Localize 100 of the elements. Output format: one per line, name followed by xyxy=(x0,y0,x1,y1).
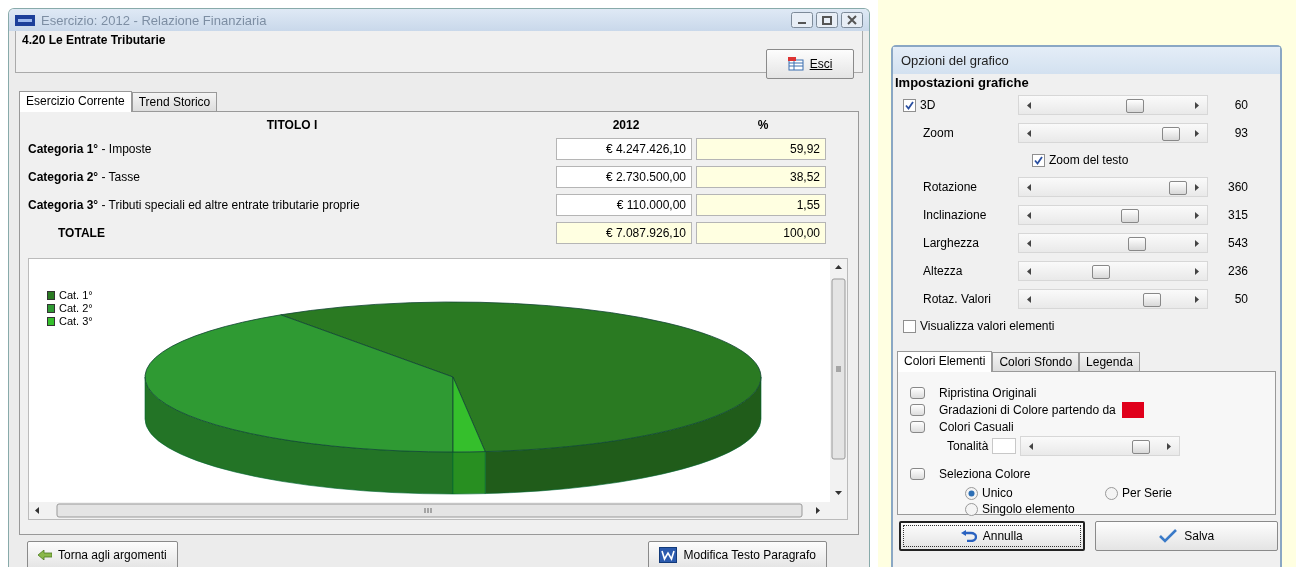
left-arrow-icon xyxy=(1027,240,1031,247)
right-arrow-icon xyxy=(1195,268,1199,275)
table-icon xyxy=(787,57,804,71)
option-button[interactable] xyxy=(910,386,925,399)
amount-field: € 110.000,00 xyxy=(556,194,692,216)
category-label: Categoria 3° - Tributi speciali ed altre entrate tributarie proprie xyxy=(28,198,361,212)
right-arrow-icon xyxy=(1195,130,1199,137)
left-arrow-icon xyxy=(1027,212,1031,219)
vertical-scrollbar[interactable] xyxy=(830,259,847,502)
checkbox[interactable] xyxy=(903,319,916,333)
cancel-button[interactable]: Annulla xyxy=(899,521,1085,551)
tab[interactable]: Esercizio Corrente xyxy=(19,91,132,112)
save-button[interactable]: Salva xyxy=(1094,521,1278,551)
option-button[interactable] xyxy=(910,420,925,433)
total-percent-field: 100,00 xyxy=(696,222,826,244)
horizontal-scrollbar[interactable] xyxy=(29,502,830,519)
radio-label: Singolo elemento xyxy=(982,502,1075,516)
slider[interactable] xyxy=(1018,205,1208,225)
left-arrow-icon xyxy=(1029,443,1034,450)
slider[interactable] xyxy=(1018,123,1208,143)
option-button[interactable] xyxy=(910,403,925,416)
left-arrow-icon xyxy=(1027,268,1031,275)
right-arrow-icon xyxy=(1167,443,1172,450)
minimize-button[interactable] xyxy=(791,12,813,28)
slider[interactable] xyxy=(1018,261,1208,281)
percent-field: 1,55 xyxy=(696,194,826,216)
category-label: Categoria 2° - Tasse xyxy=(28,170,141,184)
slider-thumb[interactable] xyxy=(1092,265,1111,279)
percent-field: 59,92 xyxy=(696,138,826,160)
column-header: TITOLO I xyxy=(265,118,319,132)
radio-button[interactable] xyxy=(965,486,978,500)
left-arrow-icon xyxy=(1027,184,1031,191)
tab[interactable]: Legenda xyxy=(1079,352,1140,371)
legend-label: Cat. 2° xyxy=(59,302,93,314)
radio-label: Unico xyxy=(982,486,1013,500)
slider-thumb[interactable] xyxy=(1127,237,1146,251)
slider-value: 360 xyxy=(1226,180,1248,194)
slider[interactable] xyxy=(1018,289,1208,309)
slider-value: 50 xyxy=(1233,292,1248,306)
section-heading: Impostazioni grafiche xyxy=(894,74,1030,91)
check-icon xyxy=(1034,155,1043,165)
column-header: 2012 xyxy=(611,118,641,132)
slider-value: 93 xyxy=(1233,126,1248,140)
right-arrow-icon xyxy=(1195,102,1199,109)
slider-thumb[interactable] xyxy=(1121,209,1139,223)
tab[interactable]: Trend Storico xyxy=(131,92,218,111)
slider-value: 315 xyxy=(1226,208,1248,222)
slider-thumb[interactable] xyxy=(1161,127,1180,141)
legend-label: Cat. 1° xyxy=(59,289,93,301)
slider-label: Rotazione xyxy=(923,180,978,194)
maximize-button[interactable] xyxy=(816,12,838,28)
tab[interactable]: Colori Sfondo xyxy=(992,352,1080,371)
hue-label: Tonalità xyxy=(947,439,989,453)
color-swatch xyxy=(992,438,1017,454)
undo-arrow-icon xyxy=(960,530,977,542)
slider-thumb[interactable] xyxy=(1131,440,1150,454)
checkbox-label: Zoom del testo xyxy=(1049,153,1129,167)
slider[interactable] xyxy=(1018,233,1208,253)
window-title: Esercizio: 2012 - Relazione Finanziaria xyxy=(41,12,268,28)
slider[interactable] xyxy=(1018,95,1208,115)
checkbox-label: Visualizza valori elementi xyxy=(920,319,1055,333)
app-icon xyxy=(15,14,35,26)
amount-field: € 2.730.500,00 xyxy=(556,166,692,188)
check-icon xyxy=(905,100,914,110)
column-header: % xyxy=(756,118,770,132)
slider-value: 236 xyxy=(1226,264,1248,278)
back-button[interactable]: Torna agli argomenti xyxy=(27,541,178,567)
close-button[interactable] xyxy=(841,12,863,28)
slider[interactable] xyxy=(1018,177,1208,197)
legend-label: Cat. 3° xyxy=(59,315,93,327)
checkbox-label: 3D xyxy=(920,98,936,112)
amount-field: € 4.247.426,10 xyxy=(556,138,692,160)
right-arrow-icon xyxy=(1195,296,1199,303)
edit-text-button[interactable]: Modifica Testo Paragrafo xyxy=(648,541,827,567)
total-label: TOTALE xyxy=(57,226,106,240)
exit-button[interactable]: Esci xyxy=(766,49,854,79)
radio-button[interactable] xyxy=(1105,486,1118,500)
option-button[interactable] xyxy=(910,467,925,480)
tab[interactable]: Colori Elementi xyxy=(897,351,993,372)
color-swatch[interactable] xyxy=(1121,401,1144,418)
slider-label: Larghezza xyxy=(923,236,980,250)
slider-thumb[interactable] xyxy=(1126,99,1145,113)
total-amount-field: € 7.087.926,10 xyxy=(556,222,692,244)
section-heading: 4.20 Le Entrate Tributarie xyxy=(22,33,166,49)
slider-value: 60 xyxy=(1233,98,1248,112)
radio-label: Per Serie xyxy=(1122,486,1173,500)
right-arrow-icon xyxy=(1195,184,1199,191)
left-arrow-icon xyxy=(1027,130,1031,137)
slider[interactable] xyxy=(1020,436,1181,456)
option-label: Seleziona Colore xyxy=(939,466,1031,481)
left-arrow-icon xyxy=(1027,102,1031,109)
slider-value: 543 xyxy=(1226,236,1248,250)
slider-thumb[interactable] xyxy=(1143,293,1162,307)
option-label: Gradazioni di Colore partendo da xyxy=(939,402,1116,417)
right-arrow-icon xyxy=(1195,212,1199,219)
slider-thumb[interactable] xyxy=(1168,181,1187,195)
category-label: Categoria 1° - Imposte xyxy=(28,142,153,156)
checkbox[interactable] xyxy=(1032,153,1045,167)
checkbox[interactable] xyxy=(903,98,916,112)
radio-button[interactable] xyxy=(965,502,978,516)
